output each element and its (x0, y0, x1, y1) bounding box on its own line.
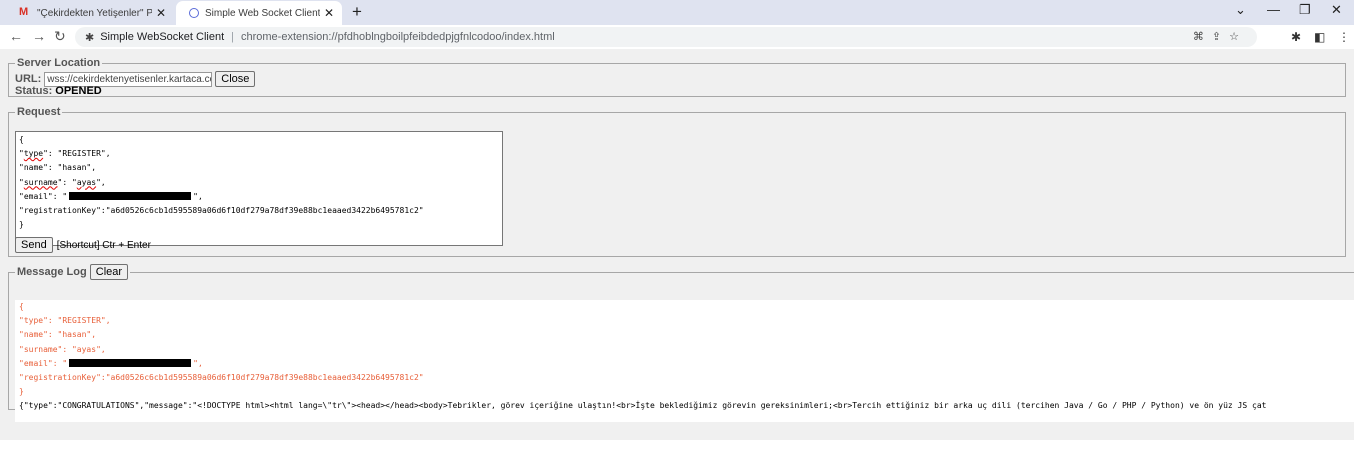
browser-toolbar: ← → ↻ ✱ Simple WebSocket Client | chrome… (0, 25, 1354, 49)
forward-arrow-icon[interactable]: → (32, 28, 46, 44)
log-line-sent: "name": "hasan", (19, 330, 97, 340)
page-content: Server Location URL: wss://cekirdektenye… (0, 49, 1354, 440)
log-line-sent: "registrationKey":"a6d0526c6cb1d595589a0… (19, 373, 424, 383)
address-actions: ⌘⇪☆ (1193, 30, 1247, 43)
back-arrow-icon[interactable]: ← (9, 28, 23, 44)
tab-close-icon[interactable]: ✕ (156, 6, 166, 20)
request-section: Request { "type": "REGISTER", "name": "has… (8, 106, 1346, 257)
new-tab-button[interactable]: + (352, 3, 362, 20)
extensions-icon[interactable]: ✱ (1291, 30, 1301, 44)
share-icon[interactable]: ⇪ (1212, 31, 1229, 43)
window-close-icon[interactable]: ✕ (1331, 2, 1342, 18)
tab-title: "Çekirdekten Yetişenler" Program (37, 7, 152, 19)
request-line: "name": "hasan", (19, 163, 97, 173)
request-line: "type": "REGISTER", (19, 149, 111, 159)
request-legend: Request (17, 106, 61, 118)
url-label: URL: (15, 73, 42, 85)
menu-kebab-icon[interactable]: ⋮ (1338, 30, 1350, 44)
reload-icon[interactable]: ↻ (54, 28, 66, 44)
request-textarea[interactable]: { "type": "REGISTER", "name": "hasan", "sur… (15, 131, 503, 246)
redacted-email (69, 359, 192, 368)
address-url[interactable]: chrome-extension://pfdhoblngboilpfeibded… (241, 31, 555, 43)
request-line: "email": " ", (19, 191, 203, 201)
bookmark-star-icon[interactable]: ☆ (1229, 31, 1247, 43)
tab-strip: "Çekirdekten Yetişenler" Program ✕ Simpl… (0, 0, 1354, 25)
address-bar[interactable]: ✱ Simple WebSocket Client | chrome-exten… (75, 27, 1257, 47)
send-row: Send [Shortcut] Ctr + Enter (15, 237, 151, 253)
send-button[interactable]: Send (15, 237, 53, 253)
request-line: "registrationKey":"a6d0526c6cb1d595589a0… (19, 206, 424, 216)
gmail-icon (19, 6, 31, 18)
status-value: OPENED (55, 85, 102, 97)
tab-close-icon[interactable]: ✕ (324, 6, 334, 20)
log-line-received: {"type":"CONGRATULATIONS","message":"<!D… (19, 401, 1267, 411)
message-log-legend: Message Log Clear (15, 264, 130, 280)
log-line-sent: "type": "REGISTER", (19, 316, 111, 326)
site-name: Simple WebSocket Client (100, 31, 225, 43)
shortcut-hint: [Shortcut] Ctr + Enter (56, 239, 151, 251)
side-panel-icon[interactable]: ◧ (1314, 30, 1325, 44)
message-log-section: Message Log Clear { "type": "REGISTER", "n… (8, 264, 1354, 422)
translate-icon[interactable]: ⌘ (1193, 31, 1212, 43)
request-line: { (19, 135, 24, 144)
tab-title: Simple Web Socket Client (205, 7, 320, 19)
log-line-sent: { (19, 302, 24, 311)
request-line: "surname": "ayas", (19, 177, 106, 187)
minimize-icon[interactable]: — (1267, 2, 1280, 17)
restore-icon[interactable]: ❐ (1299, 2, 1311, 18)
request-line: } (19, 220, 24, 230)
clear-button[interactable]: Clear (89, 264, 129, 280)
server-location-legend: Server Location (17, 57, 101, 69)
redacted-email (69, 192, 192, 201)
extension-puzzle-icon: ✱ (85, 31, 95, 44)
log-line-sent: "surname": "ayas", (19, 344, 106, 354)
status-row: Status: OPENED (15, 85, 102, 97)
tab-simple-web-socket-client[interactable]: Simple Web Socket Client ✕ (176, 1, 342, 25)
status-label: Status: (15, 85, 53, 97)
tab-search-chevron-icon[interactable]: ⌄ (1235, 2, 1246, 18)
globe-icon (189, 8, 199, 18)
tab-gmail[interactable]: "Çekirdekten Yetişenler" Program ✕ (6, 1, 174, 25)
log-line-sent: "email": " ", (19, 358, 203, 368)
log-line-sent: } (19, 387, 24, 397)
message-log[interactable]: { "type": "REGISTER", "name": "hasan", "sur… (15, 300, 1354, 422)
address-separator: | (231, 31, 234, 43)
close-button[interactable]: Close (215, 71, 256, 87)
